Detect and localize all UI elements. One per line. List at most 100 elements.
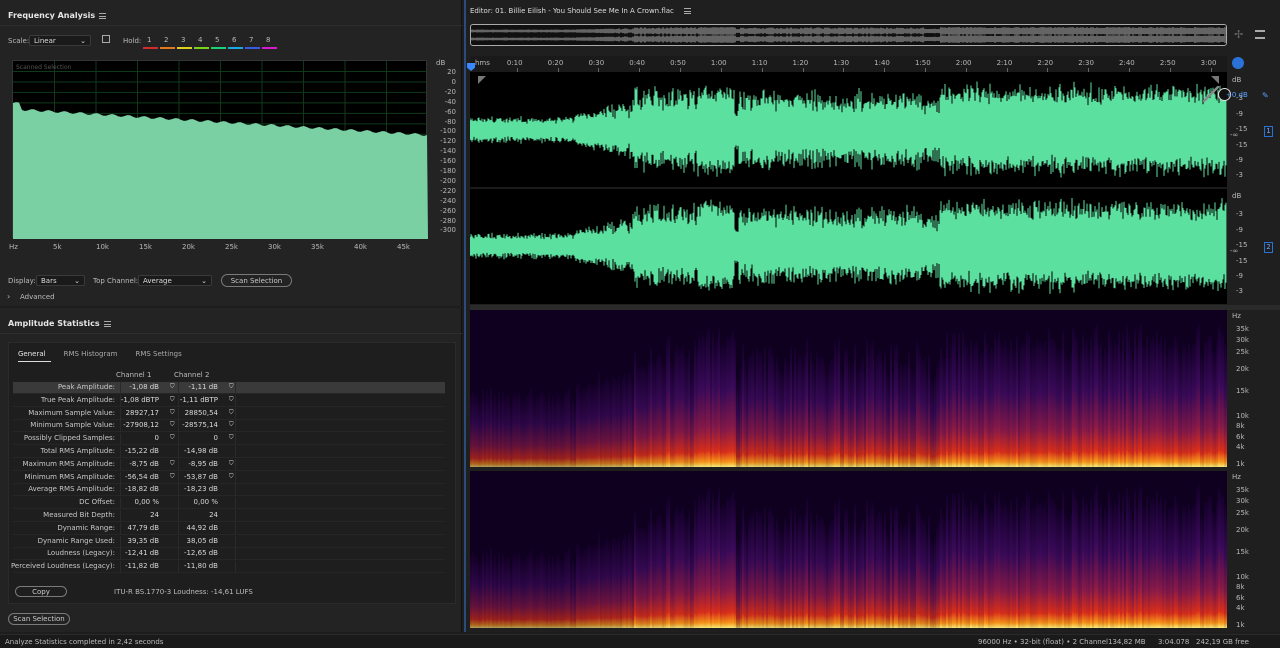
table-row[interactable]: Peak Amplitude: -1,08 dB -1,11 dB ⛉ ⛉	[13, 382, 445, 394]
db-tick-label: -20	[444, 87, 456, 96]
row-label-wrap: Minimum Sample Value:	[13, 421, 115, 431]
go-to-marker-icon[interactable]: ⛉	[170, 421, 175, 429]
hold-button-2[interactable]: 2	[164, 36, 168, 44]
db-tick-label: -∞	[1230, 247, 1239, 255]
table-row[interactable]: Maximum Sample Value: 28927,17 28850,54 ⛉ ⛉	[13, 407, 445, 420]
table-row[interactable]: Minimum RMS Amplitude: -56,54 dB -53,87 dB…	[13, 471, 445, 484]
go-to-marker-icon[interactable]: ⛉	[229, 421, 234, 429]
table-row[interactable]: Possibly Clipped Samples: 0 0 ⛉ ⛉	[13, 433, 445, 446]
db-tick-label: 0	[451, 77, 456, 86]
hz-tick-label: 10k	[1236, 573, 1249, 581]
row-label-wrap: Dynamic Range Used:	[13, 537, 115, 547]
row-label-wrap: Dynamic Range:	[13, 524, 115, 534]
row-label: Average RMS Amplitude:	[28, 485, 115, 494]
db-tick-label: 20	[447, 68, 456, 76]
row-label-wrap: Loudness (Legacy):	[13, 549, 115, 559]
channel1-badge[interactable]: 1	[1264, 126, 1273, 137]
hold-button-4[interactable]: 4	[198, 36, 202, 44]
row-label: Total RMS Amplitude:	[40, 447, 115, 455]
time-ruler[interactable]: hms 0:10 0:20 0:30 0:40 0:50 1:00 1:10 1:20 1:30…	[470, 56, 1227, 72]
hz-tick-label: 20k	[1236, 526, 1249, 534]
panel-menu-icon[interactable]	[683, 8, 691, 14]
hold-button-8[interactable]: 8	[266, 36, 270, 44]
hold-button-6[interactable]: 6	[232, 36, 236, 44]
channel1-value: 0	[154, 434, 159, 443]
tab-general[interactable]: General	[18, 350, 46, 358]
go-to-marker-icon[interactable]: ⛉	[170, 383, 175, 391]
go-to-marker-icon[interactable]: ⛉	[229, 460, 234, 468]
go-to-marker-icon[interactable]: ⛉	[229, 383, 234, 391]
db-tick-label: dB	[1232, 76, 1242, 84]
channel2-value: -1,11 dBTP	[179, 395, 218, 404]
table-row[interactable]: Average RMS Amplitude: -18,82 dB -18,23 dB	[13, 484, 445, 497]
top-channel-label: Top Channel:	[93, 277, 139, 285]
hold-button-7[interactable]: 7	[249, 36, 253, 44]
table-row[interactable]: Dynamic Range Used: 39,35 dB 38,05 dB	[13, 535, 445, 548]
copy-graph-icon[interactable]	[102, 35, 110, 43]
hz-tick-label: 8k	[1236, 422, 1245, 430]
go-to-marker-icon[interactable]: ⛉	[170, 473, 175, 481]
row-label-wrap: Average RMS Amplitude:	[13, 485, 115, 495]
go-to-marker-icon[interactable]: ⛉	[229, 473, 234, 481]
top-channel-value: Average	[143, 276, 172, 285]
scale-dropdown[interactable]: Linear ⌄	[29, 35, 91, 46]
hold-button-5[interactable]: 5	[215, 36, 219, 44]
chevron-right-icon[interactable]: ›	[7, 292, 10, 301]
table-row[interactable]: Minimum Sample Value: -27908,12 -28575,14 ⛉…	[13, 420, 445, 433]
list-icon[interactable]	[1255, 30, 1265, 39]
hold-button-1[interactable]: 1	[147, 36, 151, 44]
table-row[interactable]: True Peak Amplitude: -1,08 dBTP -1,11 dBTP…	[13, 394, 445, 407]
pin-icon[interactable]: ✎	[1262, 91, 1269, 100]
db-tick-label: -200	[440, 176, 456, 185]
channel2-value: 0,00 %	[193, 498, 218, 507]
hz-tick-label: 15k	[139, 243, 152, 251]
channel1-value: 47,79 dB	[127, 523, 159, 532]
channel2-value: -28575,14	[182, 421, 218, 430]
hz-tick-label: 40k	[354, 243, 367, 251]
headphones-icon[interactable]	[1232, 57, 1244, 69]
time-tick-label: 3:00	[1200, 59, 1217, 67]
tab-rms-histogram[interactable]: RMS Histogram	[64, 350, 118, 358]
table-row[interactable]: DC Offset: 0,00 % 0,00 %	[13, 497, 445, 510]
duration: 3:04.078	[1158, 638, 1190, 646]
top-channel-dropdown[interactable]: Average ⌄	[138, 275, 212, 286]
scale-label: Scale:	[8, 37, 30, 45]
db-tick-label: -160	[440, 157, 456, 166]
audio-format: 96000 Hz • 32-bit (float) • 2 Channel	[978, 638, 1108, 646]
volume-readout[interactable]: +0 dB	[1226, 91, 1248, 99]
resize-handle-icon[interactable]	[1203, 86, 1219, 102]
go-to-marker-icon[interactable]: ⛉	[170, 434, 175, 442]
copy-button[interactable]: Copy	[15, 586, 67, 597]
panel-menu-icon[interactable]	[103, 320, 111, 327]
display-dropdown[interactable]: Bars ⌄	[36, 275, 85, 286]
hz-tick-label: 15k	[1236, 548, 1249, 556]
go-to-marker-icon[interactable]: ⛉	[170, 396, 175, 404]
table-row[interactable]: Loudness (Legacy): -12,41 dB -12,65 dB	[13, 548, 445, 561]
waveform-view[interactable]	[469, 72, 1227, 304]
table-row[interactable]: Measured Bit Depth: 24 24	[13, 510, 445, 522]
status-bar: Analyze Statistics completed in 2,42 sec…	[0, 634, 1280, 648]
channel2-badge[interactable]: 2	[1264, 242, 1273, 253]
go-to-marker-icon[interactable]: ⛉	[229, 396, 234, 404]
table-row[interactable]: Dynamic Range: 47,79 dB 44,92 dB	[13, 522, 445, 535]
db-tick-label: -80	[444, 117, 456, 126]
zoom-icon[interactable]: ✢	[1234, 28, 1246, 41]
scan-selection-button[interactable]: Scan Selection	[8, 613, 70, 625]
panel-menu-icon[interactable]	[99, 12, 107, 19]
tab-rms-settings[interactable]: RMS Settings	[135, 350, 181, 358]
go-to-marker-icon[interactable]: ⛉	[229, 434, 234, 442]
go-to-marker-icon[interactable]: ⛉	[170, 460, 175, 468]
go-to-marker-icon[interactable]: ⛉	[229, 409, 234, 417]
spectrogram-view[interactable]	[470, 310, 1228, 628]
overview-navigator[interactable]	[470, 24, 1227, 46]
table-row[interactable]: Perceived Loudness (Legacy): -11,82 dB -11…	[11, 561, 445, 574]
table-row[interactable]: Total RMS Amplitude: -15,22 dB -14,98 dB	[13, 446, 445, 458]
hold-button-3[interactable]: 3	[181, 36, 185, 44]
scan-selection-button[interactable]: Scan Selection	[221, 274, 292, 287]
db-tick-label: -300	[440, 226, 456, 235]
advanced-toggle[interactable]: Advanced	[20, 293, 55, 301]
table-row[interactable]: Maximum RMS Amplitude: -8,75 dB -8,95 dB ⛉ ⛉	[13, 458, 445, 471]
hz-tick-label: 35k	[1236, 486, 1249, 494]
row-label: Maximum RMS Amplitude:	[22, 459, 115, 468]
go-to-marker-icon[interactable]: ⛉	[170, 409, 175, 417]
